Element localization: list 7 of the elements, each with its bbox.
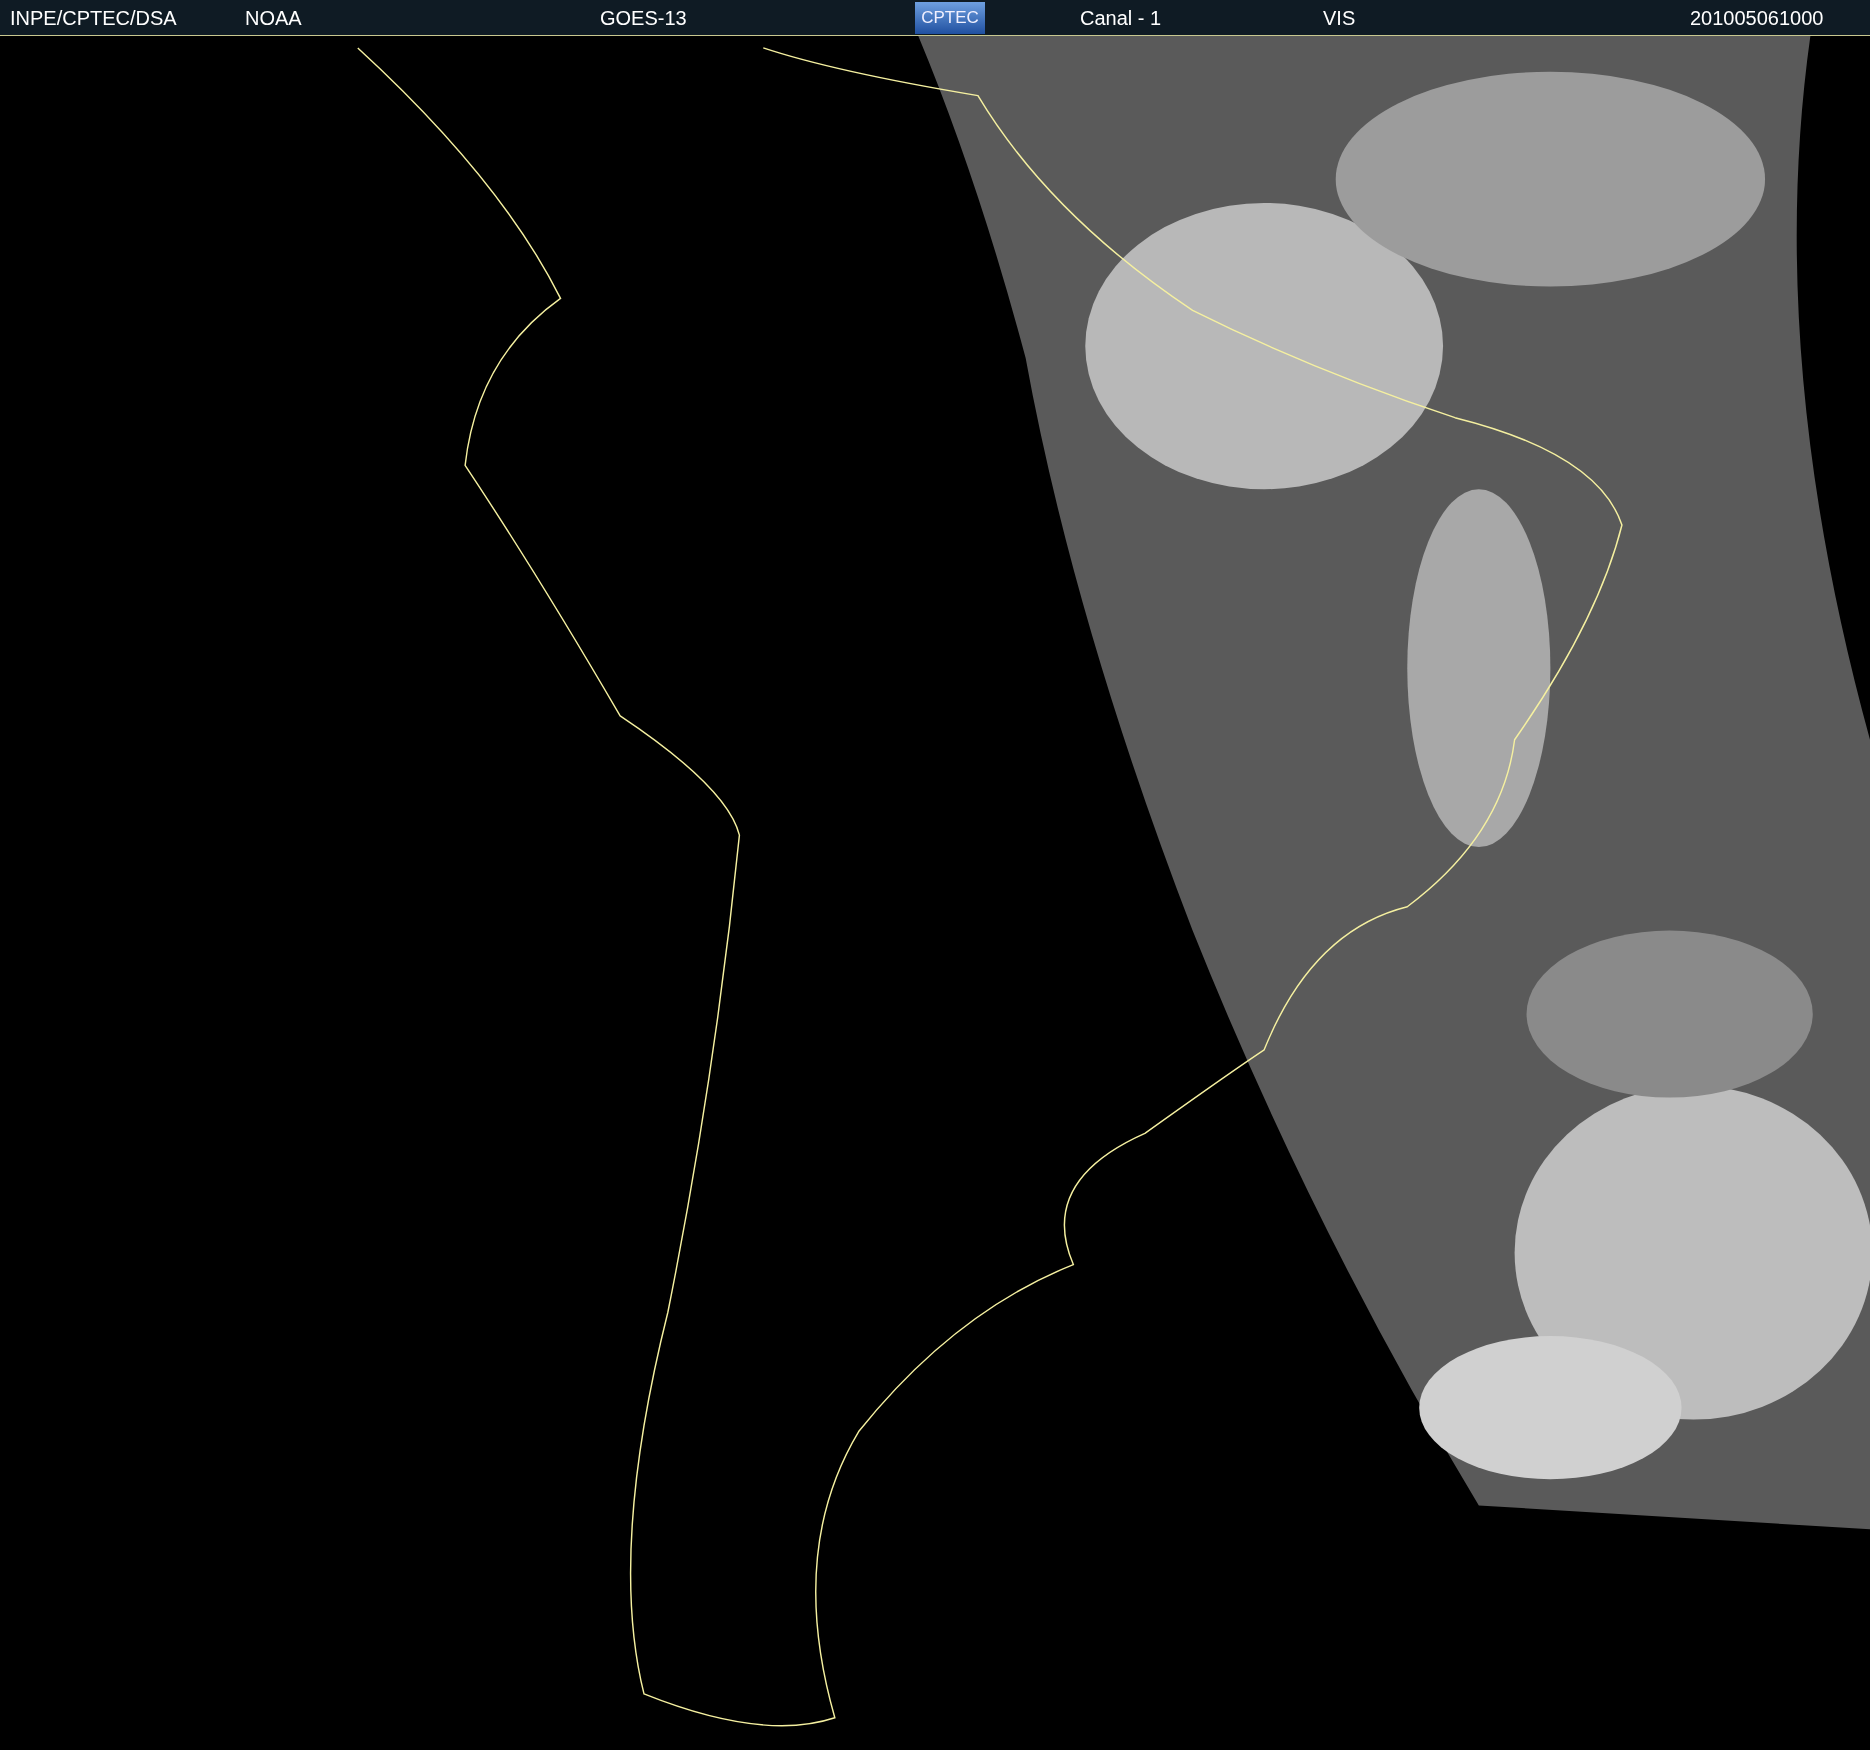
band-label: VIS bbox=[1323, 5, 1357, 31]
channel-label: Canal - 1 bbox=[1080, 5, 1163, 31]
logo: CPTEC bbox=[915, 1, 985, 34]
timestamp-label: 201005061000 bbox=[1690, 5, 1824, 31]
agency-label: NOAA bbox=[245, 5, 303, 31]
source-label: INPE/CPTEC/DSA bbox=[10, 5, 178, 31]
satellite-label: GOES-13 bbox=[600, 5, 688, 31]
